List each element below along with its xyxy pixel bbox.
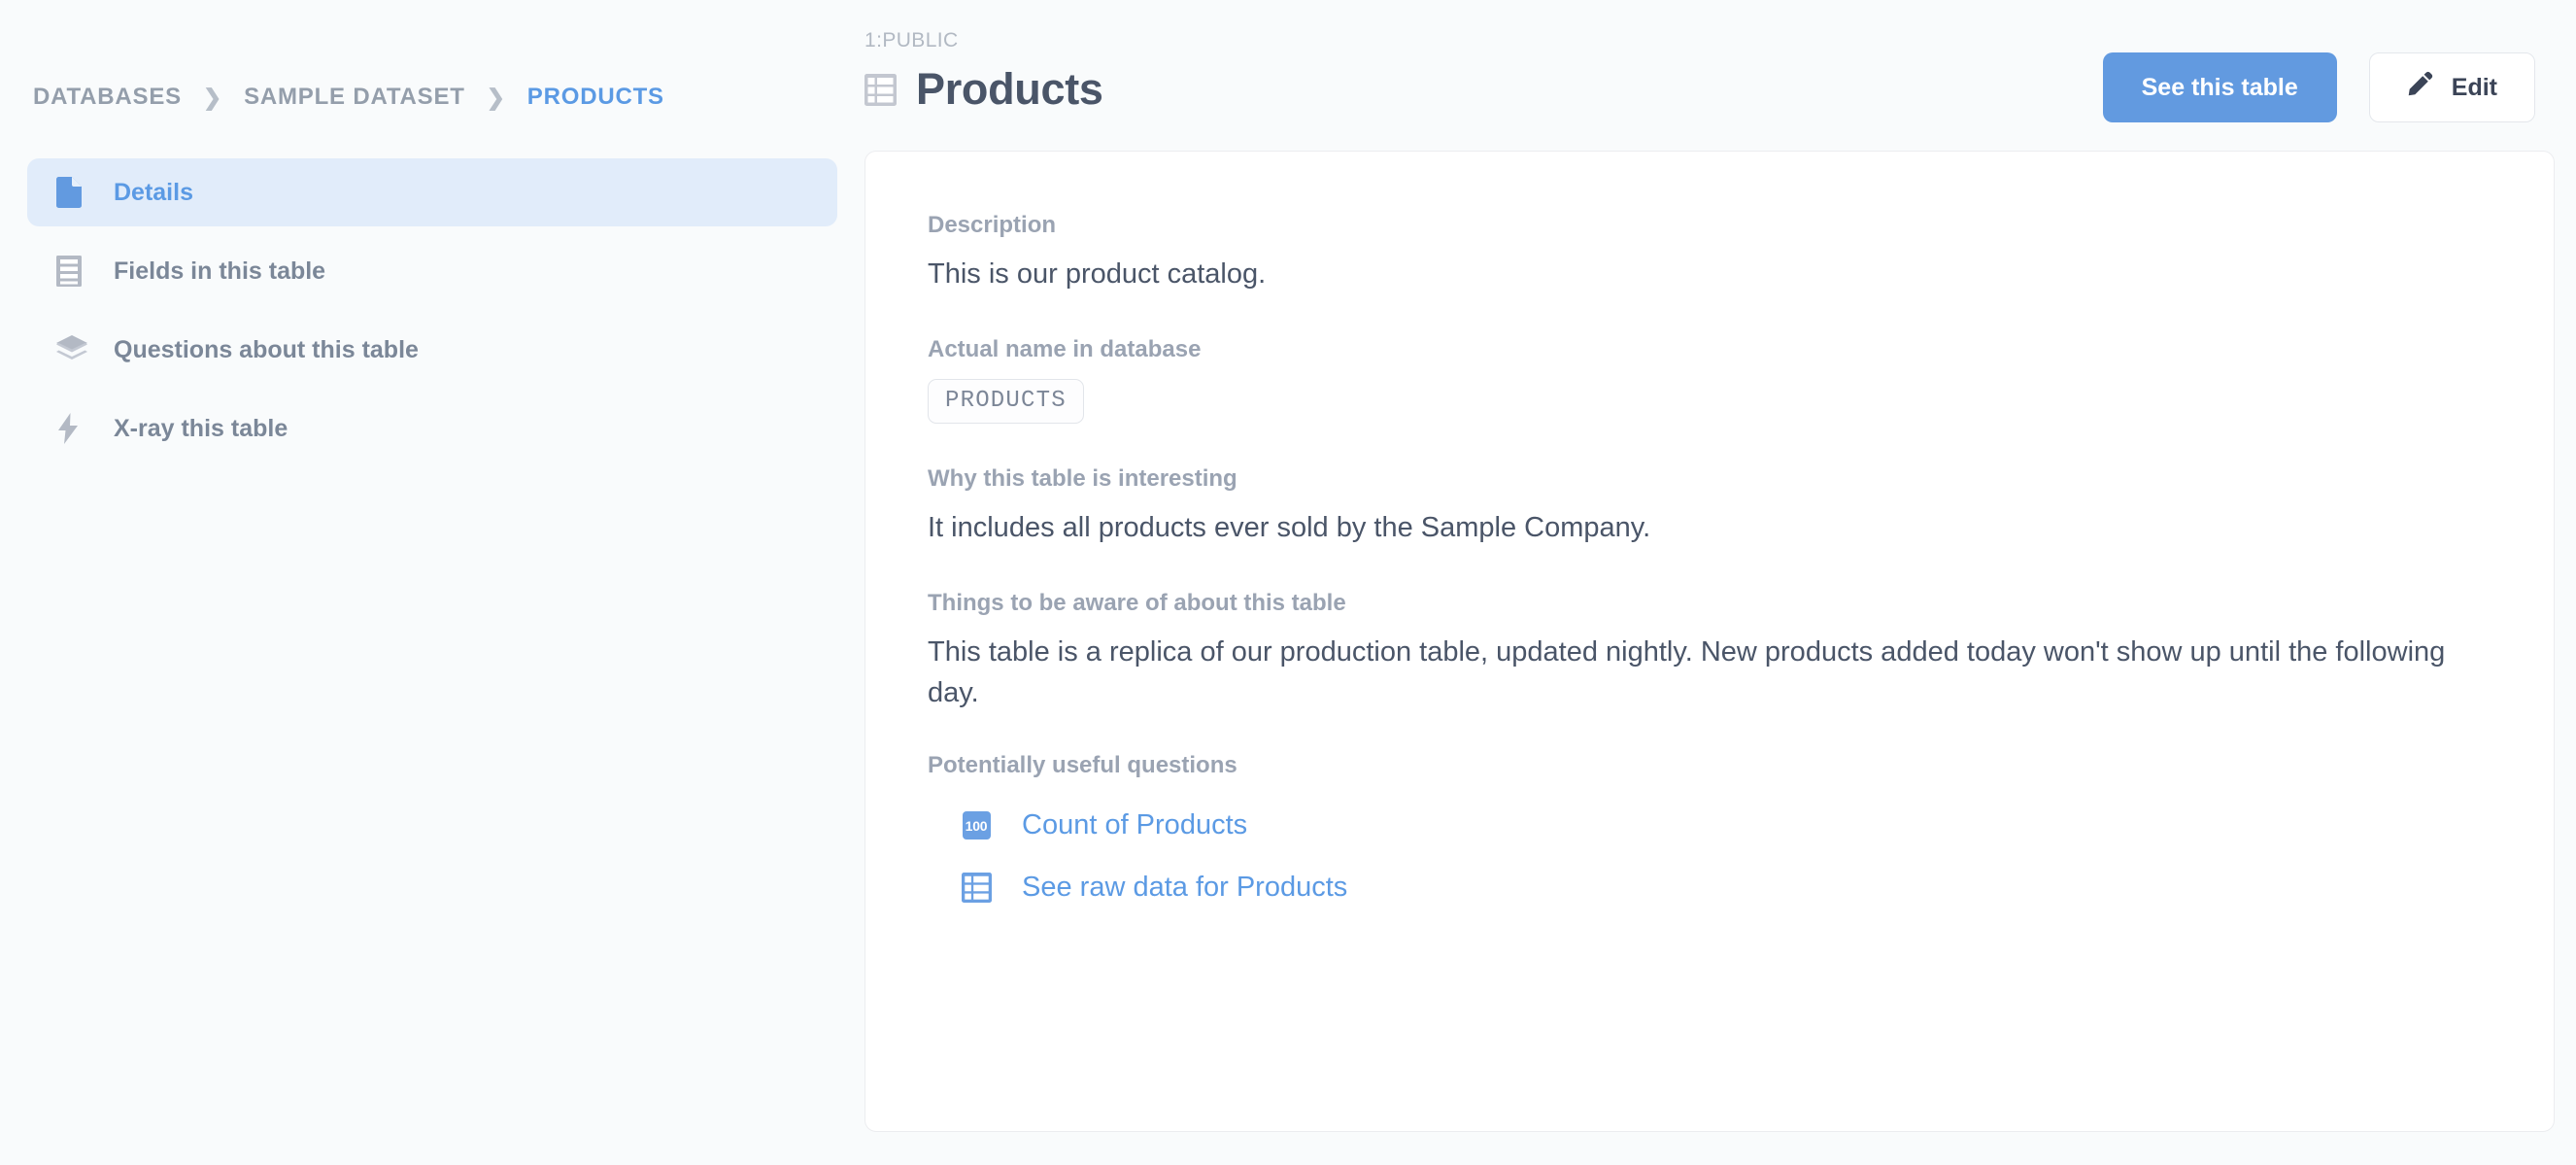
page-title-row: Products: [864, 64, 1103, 115]
breadcrumb-item-products[interactable]: PRODUCTS: [527, 84, 664, 111]
main-content: 1:PUBLIC Products See this table Edit De…: [864, 0, 2576, 1165]
useful-questions-section: Potentially useful questions 100 Count o…: [928, 752, 2488, 919]
question-link-count-of-products[interactable]: 100 Count of Products: [928, 795, 2488, 857]
lightning-bolt-icon: [56, 413, 93, 444]
breadcrumb-item-sample-dataset[interactable]: SAMPLE DATASET: [244, 84, 465, 111]
question-link-label: Count of Products: [1022, 809, 1248, 841]
table-details-page: DATABASES ❯ SAMPLE DATASET ❯ PRODUCTS De…: [0, 0, 2576, 1165]
interesting-value: It includes all products ever sold by th…: [928, 512, 1651, 544]
breadcrumb-separator-icon: ❯: [486, 84, 506, 110]
actual-name-label: Actual name in database: [928, 336, 1202, 363]
details-card: Description This is our product catalog.…: [864, 151, 2555, 1132]
description-value: This is our product catalog.: [928, 258, 1267, 290]
question-link-see-raw-data[interactable]: See raw data for Products: [928, 857, 2488, 919]
sidebar-item-label: Fields in this table: [114, 257, 326, 285]
page-header: 1:PUBLIC Products See this table Edit: [864, 0, 2555, 122]
sidebar-item-label: Details: [114, 178, 193, 206]
table-grid-icon: [960, 873, 993, 904]
document-icon: [56, 177, 93, 208]
count-badge-label: 100: [962, 811, 991, 840]
edit-button[interactable]: Edit: [2368, 52, 2535, 122]
sidebar-item-label: X-ray this table: [114, 414, 288, 442]
caveats-value: This table is a replica of our productio…: [928, 636, 2446, 708]
fields-list-icon: [56, 256, 93, 287]
title-block: 1:PUBLIC Products: [864, 29, 1103, 115]
sidebar-item-x-ray-this-table[interactable]: X-ray this table: [27, 394, 837, 463]
caveats-section: Things to be aware of about this table T…: [928, 590, 2488, 712]
interesting-label: Why this table is interesting: [928, 465, 1237, 493]
pencil-icon: [2407, 71, 2433, 104]
actual-name-value: PRODUCTS: [928, 379, 1084, 425]
caveats-label: Things to be aware of about this table: [928, 590, 1346, 617]
count-100-icon: 100: [960, 811, 993, 840]
actual-name-section: Actual name in database PRODUCTS: [928, 336, 2488, 425]
sidebar-item-label: Questions about this table: [114, 335, 419, 363]
sidebar-item-fields-in-this-table[interactable]: Fields in this table: [27, 237, 837, 305]
breadcrumb-item-databases[interactable]: DATABASES: [33, 84, 182, 111]
table-grid-icon: [864, 73, 897, 106]
sidebar: DATABASES ❯ SAMPLE DATASET ❯ PRODUCTS De…: [0, 0, 864, 1165]
interesting-section: Why this table is interesting It include…: [928, 465, 2488, 548]
useful-questions-label: Potentially useful questions: [928, 751, 1237, 778]
schema-label: 1:PUBLIC: [864, 29, 959, 51]
sidebar-nav: Details Fields in this table Questions a…: [0, 158, 864, 463]
breadcrumb-separator-icon: ❯: [202, 84, 223, 110]
page-title: Products: [916, 64, 1103, 114]
sidebar-item-details[interactable]: Details: [27, 158, 837, 226]
edit-button-label: Edit: [2451, 73, 2497, 101]
header-actions: See this table Edit: [2102, 29, 2555, 122]
question-link-label: See raw data for Products: [1022, 872, 1348, 904]
see-this-table-button[interactable]: See this table: [2102, 52, 2337, 122]
useful-questions-list: 100 Count of Products See raw data for P…: [928, 795, 2488, 919]
layers-icon: [56, 335, 93, 364]
breadcrumb: DATABASES ❯ SAMPLE DATASET ❯ PRODUCTS: [0, 78, 864, 117]
description-section: Description This is our product catalog.: [928, 212, 2488, 294]
description-label: Description: [928, 212, 1057, 238]
sidebar-item-questions-about-this-table[interactable]: Questions about this table: [27, 316, 837, 384]
